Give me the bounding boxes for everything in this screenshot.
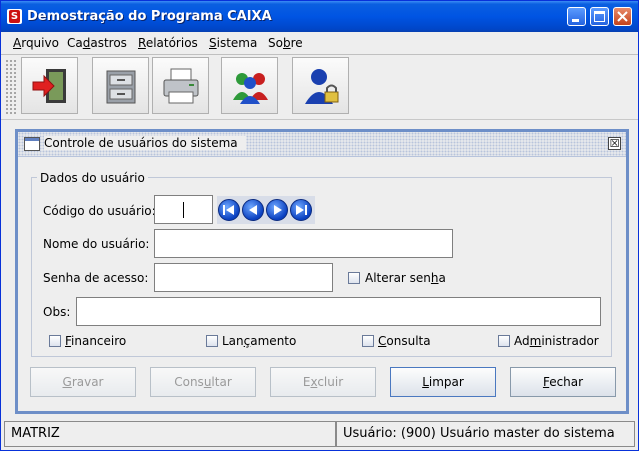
status-branch: MATRIZ <box>4 421 336 447</box>
filing-cabinet-icon <box>106 70 136 104</box>
next-record-icon <box>274 205 282 215</box>
status-user: Usuário: (900) Usuário master do sistema <box>336 421 635 447</box>
obs-input[interactable] <box>76 297 601 326</box>
record-navigator <box>217 196 315 224</box>
print-button[interactable] <box>152 57 209 114</box>
status-bar: MATRIZ Usuário: (900) Usuário master do … <box>1 419 638 450</box>
records-button[interactable] <box>92 57 149 114</box>
previous-record-button[interactable] <box>242 199 264 221</box>
last-record-icon <box>296 205 307 215</box>
administrador-checkbox[interactable] <box>498 335 510 347</box>
menu-cadastros[interactable]: Cadastros <box>67 36 127 50</box>
consulta-checkbox[interactable] <box>362 335 374 347</box>
name-input[interactable] <box>154 229 453 258</box>
frame-title-bar[interactable]: Controle de usuários do sistema ☒ <box>18 132 626 157</box>
user-lock-icon <box>305 69 339 104</box>
maximize-icon <box>594 11 605 22</box>
close-icon <box>617 11 628 22</box>
printer-icon <box>163 68 199 104</box>
consulta-label[interactable]: Consulta <box>378 334 431 348</box>
code-input[interactable] <box>154 195 213 224</box>
last-record-button[interactable] <box>290 199 312 221</box>
exit-button[interactable] <box>21 57 78 114</box>
next-record-button[interactable] <box>266 199 288 221</box>
text-caret <box>183 202 184 218</box>
app-icon-letter: S <box>9 10 20 23</box>
users-button[interactable] <box>221 57 278 114</box>
window-title: Demostração do Programa CAIXA <box>27 9 272 24</box>
administrador-label[interactable]: Administrador <box>514 334 599 348</box>
password-label: Senha de acesso: <box>43 271 149 285</box>
financeiro-checkbox[interactable] <box>49 335 61 347</box>
menu-relatorios[interactable]: Relatórios <box>138 36 198 50</box>
close-button[interactable] <box>613 7 632 26</box>
code-label: Código do usuário: <box>43 204 156 218</box>
close-form-button[interactable]: Fechar <box>510 367 616 397</box>
toolbar <box>1 55 638 120</box>
financeiro-label[interactable]: Financeiro <box>65 334 126 348</box>
name-label: Nome do usuário: <box>43 237 150 251</box>
change-password-checkbox[interactable] <box>348 272 360 284</box>
menu-sistema[interactable]: Sistema <box>209 36 257 50</box>
user-access-button[interactable] <box>292 57 349 114</box>
group-title: Dados do usuário <box>37 171 148 185</box>
lancamento-checkbox[interactable] <box>206 335 218 347</box>
app-icon[interactable]: S <box>7 9 22 24</box>
frame-title: Controle de usuários do sistema <box>44 136 246 150</box>
users-group-icon <box>233 73 268 104</box>
main-window: S Demostração do Programa CAIXA Arquivo … <box>0 0 639 451</box>
change-password-label[interactable]: Alterar senha <box>365 271 446 285</box>
minimize-button[interactable] <box>567 7 586 26</box>
clear-button[interactable]: Limpar <box>390 367 496 397</box>
exit-door-icon <box>32 69 66 103</box>
save-button[interactable]: Gravar <box>30 367 136 397</box>
menu-sobre[interactable]: Sobre <box>268 36 303 50</box>
title-bar[interactable]: S Demostração do Programa CAIXA <box>1 1 638 32</box>
frame-window-icon <box>24 137 40 151</box>
password-input[interactable] <box>154 263 333 292</box>
lancamento-label[interactable]: Lançamento <box>222 334 296 348</box>
menu-bar: Arquivo Cadastros Relatórios Sistema Sob… <box>1 32 638 55</box>
first-record-button[interactable] <box>218 199 240 221</box>
previous-record-icon <box>249 205 257 215</box>
toolbar-grip[interactable] <box>5 59 17 115</box>
delete-button[interactable]: Excluir <box>270 367 376 397</box>
frame-close-icon[interactable]: ☒ <box>608 137 621 150</box>
query-button[interactable]: Consultar <box>150 367 256 397</box>
minimize-icon <box>572 19 579 22</box>
first-record-icon <box>223 205 234 215</box>
menu-arquivo[interactable]: Arquivo <box>13 36 59 50</box>
obs-label: Obs: <box>43 305 71 319</box>
maximize-button[interactable] <box>590 7 609 26</box>
